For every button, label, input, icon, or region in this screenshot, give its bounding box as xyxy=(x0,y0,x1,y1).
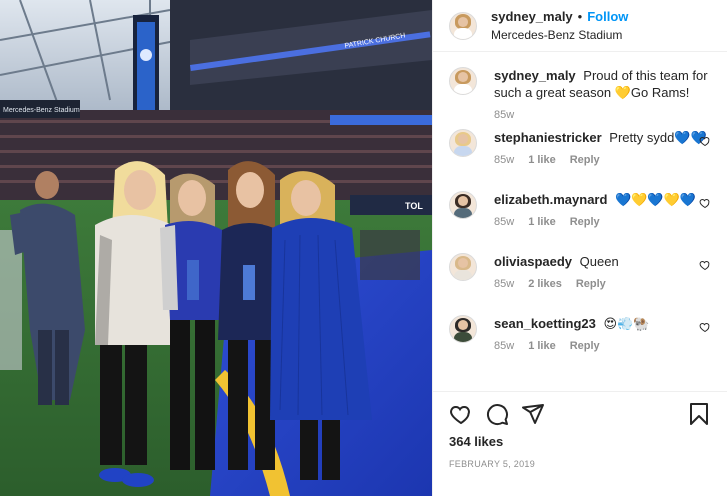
like-comment-heart-icon[interactable] xyxy=(699,259,711,271)
comment-likes[interactable]: 2 likes xyxy=(528,278,562,290)
reply-button[interactable]: Reply xyxy=(570,154,600,166)
comment-text: Queen xyxy=(579,254,619,269)
follow-button[interactable]: Follow xyxy=(587,9,628,25)
commenter-avatar[interactable] xyxy=(449,129,477,157)
commenter-avatar[interactable] xyxy=(449,315,477,343)
comment-time[interactable]: 85w xyxy=(494,340,514,352)
comment-text: 💙💛💙💛💙 xyxy=(615,192,696,207)
stadium-board: TOL xyxy=(405,201,423,211)
commenter-avatar[interactable] xyxy=(449,253,477,281)
post-location[interactable]: Mercedes-Benz Stadium xyxy=(491,27,628,43)
post-photo[interactable]: PATRICK CHURCH Mercedes-Benz Stadium TOL xyxy=(0,0,432,496)
comment-text: Pretty sydd💙💙 xyxy=(609,130,707,145)
share-icon[interactable] xyxy=(521,402,545,426)
post-header: sydney_maly • Follow Mercedes-Benz Stadi… xyxy=(433,0,727,52)
comment-likes[interactable]: 1 like xyxy=(528,216,556,228)
like-comment-heart-icon[interactable] xyxy=(699,321,711,333)
caption-username[interactable]: sydney_maly xyxy=(494,68,576,83)
comment-username[interactable]: stephaniestricker xyxy=(494,130,602,145)
comment-username[interactable]: sean_koetting23 xyxy=(494,316,596,331)
comment-item: stephaniestricker Pretty sydd💙💙 85w 1 li… xyxy=(449,129,711,191)
comment-likes[interactable]: 1 like xyxy=(528,154,556,166)
commenter-avatar[interactable] xyxy=(449,191,477,219)
comment-text: 😍💨🐏 xyxy=(603,316,650,331)
author-avatar[interactable] xyxy=(449,11,477,40)
caption: sydney_maly Proud of this team for such … xyxy=(449,67,711,129)
post-sidebar: sydney_maly • Follow Mercedes-Benz Stadi… xyxy=(432,0,727,496)
comment-username[interactable]: oliviaspaedy xyxy=(494,254,572,269)
author-username[interactable]: sydney_maly xyxy=(491,9,573,25)
stadium-photo: PATRICK CHURCH Mercedes-Benz Stadium TOL xyxy=(0,0,432,496)
stadium-sign: Mercedes-Benz Stadium xyxy=(3,107,80,114)
heart-icon[interactable] xyxy=(449,402,473,426)
comment-time[interactable]: 85w xyxy=(494,278,514,290)
comment-time[interactable]: 85w xyxy=(494,216,514,228)
post-date[interactable]: FEBRUARY 5, 2019 xyxy=(449,459,711,469)
comment-likes[interactable]: 1 like xyxy=(528,340,556,352)
comment-time[interactable]: 85w xyxy=(494,154,514,166)
comment-icon[interactable] xyxy=(485,402,509,426)
bookmark-icon[interactable] xyxy=(687,402,711,426)
action-icons xyxy=(449,392,711,436)
comments-list[interactable]: sydney_maly Proud of this team for such … xyxy=(433,53,727,391)
likes-count[interactable]: 364 likes xyxy=(449,434,711,449)
like-comment-heart-icon[interactable] xyxy=(699,197,711,209)
reply-button[interactable]: Reply xyxy=(570,216,600,228)
like-comment-heart-icon[interactable] xyxy=(699,135,711,147)
reply-button[interactable]: Reply xyxy=(570,340,600,352)
comment-item: elizabeth.maynard 💙💛💙💛💙 85w 1 like Reply xyxy=(449,191,711,253)
comment-item: oliviaspaedy Queen 85w 2 likes Reply xyxy=(449,253,711,315)
post-actions: 364 likes FEBRUARY 5, 2019 xyxy=(433,391,727,469)
caption-time[interactable]: 85w xyxy=(494,109,514,121)
comment-item: sean_koetting23 😍💨🐏 85w 1 like Reply xyxy=(449,315,711,377)
separator-dot: • xyxy=(577,8,583,24)
reply-button[interactable]: Reply xyxy=(576,278,606,290)
comment-username[interactable]: elizabeth.maynard xyxy=(494,192,607,207)
caption-author-avatar[interactable] xyxy=(449,67,477,95)
